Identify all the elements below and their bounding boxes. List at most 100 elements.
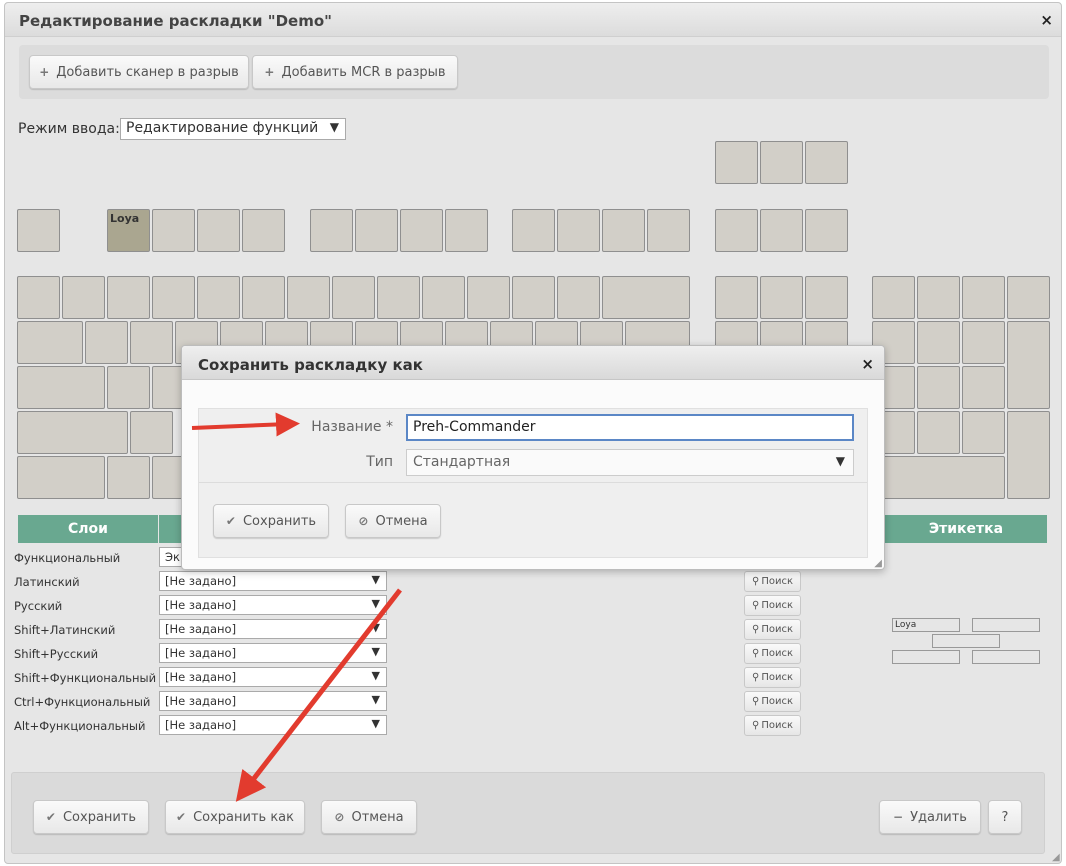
name-input[interactable]: Preh-Commander xyxy=(406,414,854,441)
cancel-button[interactable]: ⊘ Отмена xyxy=(321,800,417,834)
layer-name: Латинский xyxy=(14,575,80,589)
keyboard-key[interactable] xyxy=(355,209,398,252)
input-mode-select[interactable]: Редактирование функций ▼ xyxy=(120,118,346,140)
save-as-button[interactable]: ✔ Сохранить как xyxy=(165,800,305,834)
keyboard-key[interactable] xyxy=(917,411,960,454)
keyboard-key[interactable] xyxy=(17,456,105,499)
dialog-cancel-button[interactable]: ⊘ Отмена xyxy=(345,504,441,538)
help-button[interactable]: ? xyxy=(988,800,1022,834)
keyboard-key[interactable] xyxy=(917,321,960,364)
keyboard-key[interactable] xyxy=(377,276,420,319)
keyboard-key[interactable] xyxy=(152,209,195,252)
search-button[interactable]: ⚲ Поиск xyxy=(744,571,801,592)
keyboard-key[interactable] xyxy=(917,366,960,409)
keyboard-key[interactable] xyxy=(287,276,330,319)
keyboard-key[interactable] xyxy=(107,276,150,319)
keyboard-key[interactable] xyxy=(467,276,510,319)
label-field[interactable] xyxy=(972,650,1040,664)
keyboard-key[interactable] xyxy=(242,209,285,252)
dialog-save-button[interactable]: ✔ Сохранить xyxy=(213,504,329,538)
keyboard-key[interactable] xyxy=(512,209,555,252)
keyboard-key[interactable] xyxy=(17,411,128,454)
keyboard-key[interactable] xyxy=(512,276,555,319)
search-icon: ⚲ xyxy=(751,576,760,587)
add-scanner-button[interactable]: + Добавить сканер в разрыв xyxy=(29,55,249,89)
keyboard-key[interactable] xyxy=(872,276,915,319)
search-button[interactable]: ⚲ Поиск xyxy=(744,715,801,736)
keyboard-key[interactable] xyxy=(130,411,173,454)
keyboard-key[interactable] xyxy=(760,276,803,319)
layer-select[interactable]: [Не задано] ▼ xyxy=(159,715,387,735)
keyboard-key[interactable] xyxy=(85,321,128,364)
keyboard-key[interactable] xyxy=(445,209,488,252)
keyboard-key[interactable] xyxy=(805,209,848,252)
keyboard-key[interactable] xyxy=(917,276,960,319)
keyboard-key[interactable] xyxy=(805,276,848,319)
label-field[interactable] xyxy=(932,634,1000,648)
keyboard-key[interactable] xyxy=(17,209,60,252)
keyboard-key[interactable] xyxy=(805,141,848,184)
keyboard-key-active[interactable]: Loya xyxy=(107,209,150,252)
keyboard-key[interactable] xyxy=(1007,321,1050,409)
label-field[interactable] xyxy=(892,650,960,664)
delete-button[interactable]: − Удалить xyxy=(879,800,981,834)
keyboard-key[interactable] xyxy=(107,456,150,499)
keyboard-key[interactable] xyxy=(17,321,83,364)
keyboard-key[interactable] xyxy=(332,276,375,319)
keyboard-key[interactable] xyxy=(715,209,758,252)
keyboard-key[interactable] xyxy=(962,411,1005,454)
keyboard-key[interactable] xyxy=(962,366,1005,409)
keyboard-key[interactable] xyxy=(557,209,600,252)
keyboard-key[interactable] xyxy=(1007,411,1050,499)
keyboard-key[interactable] xyxy=(152,276,195,319)
keyboard-key[interactable] xyxy=(602,209,645,252)
search-button[interactable]: ⚲ Поиск xyxy=(744,667,801,688)
add-mcr-button[interactable]: + Добавить MCR в разрыв xyxy=(252,55,458,89)
layer-select-value: [Не задано] xyxy=(165,694,237,708)
search-button[interactable]: ⚲ Поиск xyxy=(744,643,801,664)
resize-grip-icon[interactable]: ◢ xyxy=(874,558,882,569)
keyboard-key[interactable] xyxy=(715,276,758,319)
resize-grip-icon[interactable]: ◢ xyxy=(1052,852,1060,863)
layer-select[interactable]: [Не задано] ▼ xyxy=(159,619,387,639)
label-field[interactable] xyxy=(972,618,1040,632)
keyboard-key[interactable] xyxy=(715,141,758,184)
keyboard-key[interactable] xyxy=(962,321,1005,364)
keyboard-key[interactable] xyxy=(647,209,690,252)
keyboard-key[interactable] xyxy=(1007,276,1050,319)
keyboard-key[interactable] xyxy=(760,209,803,252)
keyboard-key[interactable] xyxy=(107,366,150,409)
type-select[interactable]: Стандартная ▼ xyxy=(406,449,854,476)
layer-name: Функциональный xyxy=(14,551,121,565)
layer-select[interactable]: [Не задано] ▼ xyxy=(159,667,387,687)
keyboard-key[interactable] xyxy=(197,276,240,319)
close-icon[interactable]: × xyxy=(1040,13,1053,28)
layer-select[interactable]: [Не задано] ▼ xyxy=(159,595,387,615)
keyboard-key[interactable] xyxy=(62,276,105,319)
cancel-label: Отмена xyxy=(351,809,404,825)
keyboard-key[interactable] xyxy=(962,276,1005,319)
search-icon: ⚲ xyxy=(751,672,760,683)
save-button[interactable]: ✔ Сохранить xyxy=(33,800,149,834)
keyboard-key[interactable] xyxy=(760,141,803,184)
keyboard-key[interactable] xyxy=(310,209,353,252)
search-button[interactable]: ⚲ Поиск xyxy=(744,691,801,712)
keyboard-key[interactable] xyxy=(602,276,690,319)
layer-select[interactable]: [Не задано] ▼ xyxy=(159,691,387,711)
search-button[interactable]: ⚲ Поиск xyxy=(744,595,801,616)
keyboard-key[interactable] xyxy=(400,209,443,252)
keyboard-key[interactable] xyxy=(17,276,60,319)
search-label: Поиск xyxy=(761,720,793,731)
keyboard-key[interactable] xyxy=(197,209,240,252)
keyboard-key[interactable] xyxy=(130,321,173,364)
keyboard-key[interactable] xyxy=(557,276,600,319)
label-field[interactable]: Loya xyxy=(892,618,960,632)
keyboard-key[interactable] xyxy=(872,456,1005,499)
keyboard-key[interactable] xyxy=(242,276,285,319)
layer-select[interactable]: [Не задано] ▼ xyxy=(159,571,387,591)
keyboard-key[interactable] xyxy=(17,366,105,409)
close-icon[interactable]: × xyxy=(861,357,874,372)
search-button[interactable]: ⚲ Поиск xyxy=(744,619,801,640)
keyboard-key[interactable] xyxy=(422,276,465,319)
layer-select[interactable]: [Не задано] ▼ xyxy=(159,643,387,663)
